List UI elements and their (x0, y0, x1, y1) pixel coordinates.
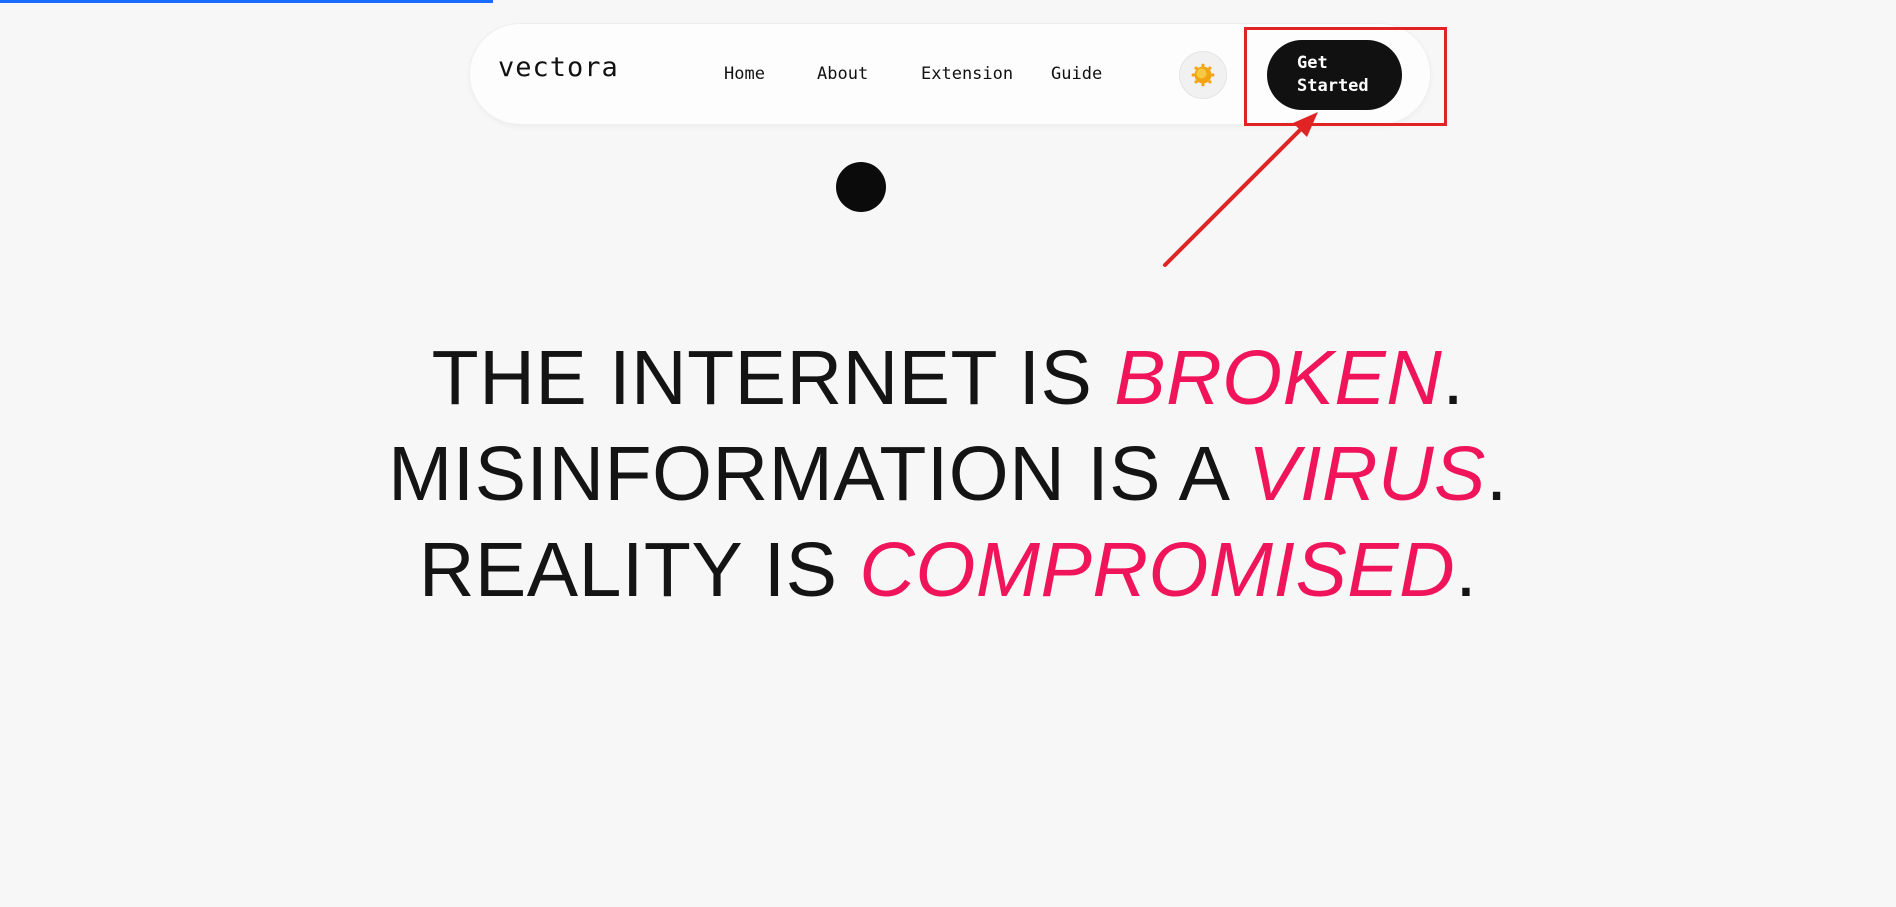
hero-line-1-accent: BROKEN (1114, 335, 1443, 421)
page: vectora Home About Extension Guide Get S… (0, 0, 1896, 907)
brand-logo[interactable]: vectora (498, 54, 619, 81)
theme-toggle-button[interactable] (1179, 51, 1227, 99)
scroll-progress-fill (0, 0, 493, 3)
cursor-dot (836, 162, 886, 212)
hero-line-3-prefix: REALITY IS (418, 527, 860, 613)
sun-icon (1191, 63, 1215, 87)
hero-line-2-prefix: MISINFORMATION IS A (388, 431, 1249, 517)
hero-line-1: THE INTERNET IS BROKEN. (0, 330, 1896, 426)
nav-link-about[interactable]: About (817, 64, 868, 84)
nav-link-home[interactable]: Home (724, 64, 765, 84)
hero-line-3: REALITY IS COMPROMISED. (0, 522, 1896, 618)
hero-line-2-accent: VIRUS (1248, 431, 1486, 517)
hero-line-1-suffix: . (1442, 335, 1465, 421)
hero-line-3-accent: COMPROMISED (859, 527, 1456, 613)
hero-line-3-suffix: . (1455, 527, 1478, 613)
hero-line-1-prefix: THE INTERNET IS (431, 335, 1115, 421)
annotation-arrow-icon (1163, 112, 1318, 267)
hero-line-2: MISINFORMATION IS A VIRUS. (0, 426, 1896, 522)
get-started-button[interactable]: Get Started (1267, 40, 1402, 110)
nav-link-guide[interactable]: Guide (1051, 64, 1102, 84)
nav-link-extension[interactable]: Extension (921, 64, 1013, 84)
hero-headline: THE INTERNET IS BROKEN. MISINFORMATION I… (0, 330, 1896, 618)
top-navbar: vectora Home About Extension Guide Get S… (469, 23, 1431, 125)
scroll-progress-bar (0, 0, 1896, 3)
hero-line-2-suffix: . (1485, 431, 1508, 517)
